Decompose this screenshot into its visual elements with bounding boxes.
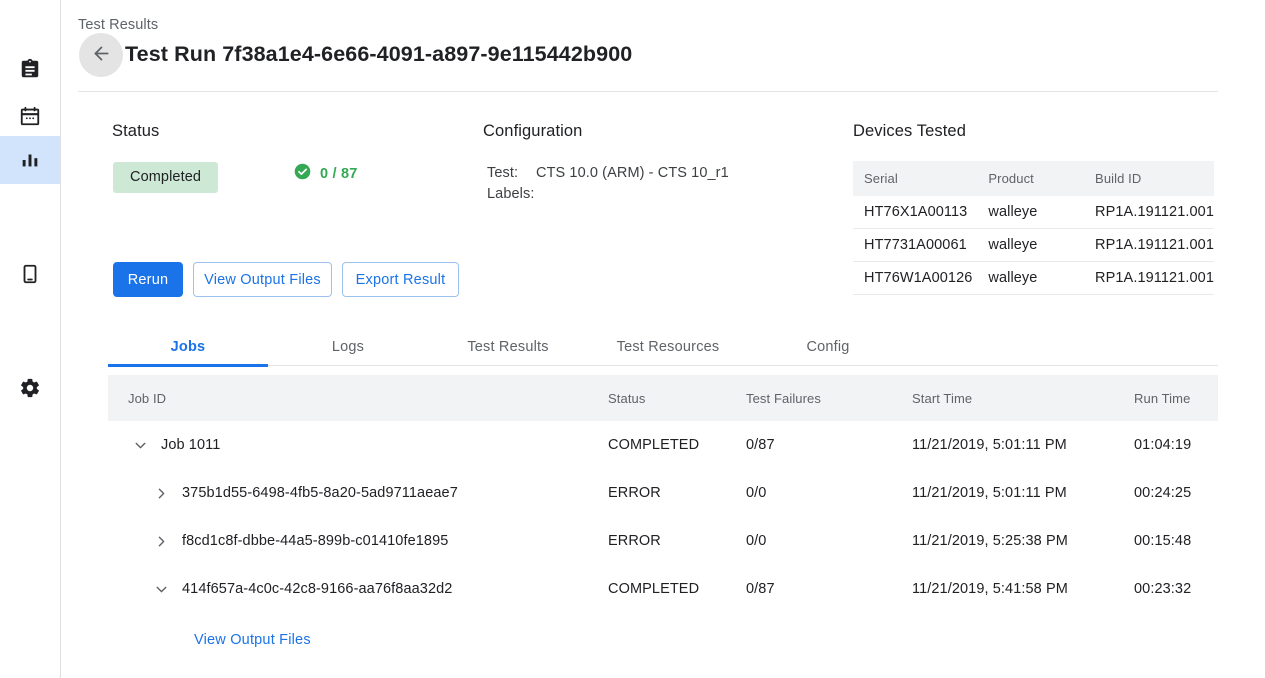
job-status: COMPLETED: [608, 421, 746, 469]
chevron-right-icon[interactable]: [149, 481, 173, 505]
device-build-id: RP1A.191121.001: [1095, 196, 1214, 229]
jobs-col-run-time: Run Time: [1134, 375, 1218, 421]
left-nav-sidebar: [0, 0, 61, 678]
jobs-table-body: Job 1011 COMPLETED 0/87 11/21/2019, 5:01…: [108, 421, 1218, 613]
table-row: HT7731A00061 walleye RP1A.191121.001: [853, 229, 1214, 262]
devices-col-build-id: Build ID: [1095, 161, 1214, 196]
chevron-down-icon[interactable]: [128, 433, 152, 457]
job-id-cell: 375b1d55-6498-4fb5-8a20-5ad9711aeae7: [128, 481, 608, 505]
tab-test-results[interactable]: Test Results: [428, 328, 588, 366]
clipboard-icon: [19, 58, 41, 80]
chevron-down-icon[interactable]: [149, 577, 173, 601]
job-id-label: 375b1d55-6498-4fb5-8a20-5ad9711aeae7: [182, 485, 458, 501]
export-result-button[interactable]: Export Result: [342, 262, 459, 297]
breadcrumb[interactable]: Test Results: [78, 17, 158, 33]
tab-test-resources[interactable]: Test Resources: [588, 328, 748, 366]
device-serial: HT76W1A00126: [853, 262, 988, 295]
sidebar-item-test-results[interactable]: [0, 136, 60, 184]
device-serial: HT7731A00061: [853, 229, 988, 262]
tab-logs[interactable]: Logs: [268, 328, 428, 366]
table-row: HT76X1A00113 walleye RP1A.191121.001: [853, 196, 1214, 229]
job-status: ERROR: [608, 469, 746, 517]
job-test-failures: 0/87: [746, 421, 912, 469]
table-row[interactable]: 375b1d55-6498-4fb5-8a20-5ad9711aeae7 ERR…: [108, 469, 1218, 517]
config-key: Labels:: [487, 184, 536, 205]
table-row[interactable]: Job 1011 COMPLETED 0/87 11/21/2019, 5:01…: [108, 421, 1218, 469]
page-header: Test Results Test Run 7f38a1e4-6e66-4091…: [61, 0, 1265, 92]
sidebar-item-devices[interactable]: [0, 250, 60, 298]
back-button[interactable]: [79, 33, 123, 77]
phone-icon: [19, 263, 41, 285]
devices-col-product: Product: [988, 161, 1095, 196]
job-run-time: 00:15:48: [1134, 517, 1218, 565]
job-start-time: 11/21/2019, 5:01:11 PM: [912, 421, 1134, 469]
job-id-label: f8cd1c8f-dbbe-44a5-899b-c01410fe1895: [182, 533, 448, 549]
configuration-list: Test: CTS 10.0 (ARM) - CTS 10_r1 Labels:: [487, 163, 729, 205]
device-build-id: RP1A.191121.001: [1095, 262, 1214, 295]
job-run-time: 01:04:19: [1134, 421, 1218, 469]
configuration-section-title: Configuration: [483, 122, 582, 141]
check-circle-icon: [294, 163, 311, 184]
devices-section-title: Devices Tested: [853, 122, 966, 141]
config-row-labels: Labels:: [487, 184, 729, 205]
job-id-label: Job 1011: [161, 437, 220, 453]
page-title: Test Run 7f38a1e4-6e66-4091-a897-9e11544…: [125, 42, 632, 67]
job-test-failures: 0/0: [746, 469, 912, 517]
calendar-icon: [19, 105, 41, 127]
table-row[interactable]: f8cd1c8f-dbbe-44a5-899b-c01410fe1895 ERR…: [108, 517, 1218, 565]
job-id-label: 414f657a-4c0c-42c8-9166-aa76f8aa32d2: [182, 581, 452, 597]
job-start-time: 11/21/2019, 5:41:58 PM: [912, 565, 1134, 613]
rerun-button[interactable]: Rerun: [113, 262, 183, 297]
gear-icon: [19, 377, 41, 399]
config-value: CTS 10.0 (ARM) - CTS 10_r1: [536, 163, 729, 184]
bar-chart-icon: [19, 149, 41, 171]
job-start-time: 11/21/2019, 5:01:11 PM: [912, 469, 1134, 517]
job-id-cell: f8cd1c8f-dbbe-44a5-899b-c01410fe1895: [128, 529, 608, 553]
jobs-table: Job ID Status Test Failures Start Time R…: [108, 375, 1218, 613]
status-section-title: Status: [112, 122, 159, 141]
job-test-failures: 0/87: [746, 565, 912, 613]
job-id-cell: Job 1011: [128, 433, 608, 457]
sidebar-item-settings[interactable]: [0, 364, 60, 412]
devices-tested-table: Serial Product Build ID HT76X1A00113 wal…: [853, 161, 1214, 295]
view-output-files-button[interactable]: View Output Files: [193, 262, 332, 297]
device-product: walleye: [988, 262, 1095, 295]
job-test-failures: 0/0: [746, 517, 912, 565]
chevron-right-icon[interactable]: [149, 529, 173, 553]
jobs-col-test-failures: Test Failures: [746, 375, 912, 421]
status-badge: Completed: [113, 162, 218, 193]
sidebar-item-assignment[interactable]: [0, 45, 60, 93]
test-run-details-page: Test Results Test Run 7f38a1e4-6e66-4091…: [0, 0, 1265, 678]
test-pass-count-label: 0 / 87: [320, 166, 357, 182]
arrow-left-icon: [91, 43, 112, 67]
jobs-col-job-id: Job ID: [108, 375, 608, 421]
tab-jobs[interactable]: Jobs: [108, 328, 268, 366]
tab-config[interactable]: Config: [748, 328, 908, 366]
job-id-cell: 414f657a-4c0c-42c8-9166-aa76f8aa32d2: [128, 577, 608, 601]
devices-table-body: HT76X1A00113 walleye RP1A.191121.001 HT7…: [853, 196, 1214, 295]
job-run-time: 00:23:32: [1134, 565, 1218, 613]
jobs-col-status: Status: [608, 375, 746, 421]
job-run-time: 00:24:25: [1134, 469, 1218, 517]
job-status: ERROR: [608, 517, 746, 565]
view-output-files-link[interactable]: View Output Files: [194, 632, 311, 648]
device-product: walleye: [988, 196, 1095, 229]
jobs-col-start-time: Start Time: [912, 375, 1134, 421]
config-key: Test:: [487, 163, 536, 184]
device-product: walleye: [988, 229, 1095, 262]
job-status: COMPLETED: [608, 565, 746, 613]
table-row[interactable]: 414f657a-4c0c-42c8-9166-aa76f8aa32d2 COM…: [108, 565, 1218, 613]
job-start-time: 11/21/2019, 5:25:38 PM: [912, 517, 1134, 565]
device-serial: HT76X1A00113: [853, 196, 988, 229]
config-row-test: Test: CTS 10.0 (ARM) - CTS 10_r1: [487, 163, 729, 184]
test-pass-count: 0 / 87: [294, 163, 357, 184]
device-build-id: RP1A.191121.001: [1095, 229, 1214, 262]
jobs-table-header: Job ID Status Test Failures Start Time R…: [108, 375, 1218, 421]
table-row: HT76W1A00126 walleye RP1A.191121.001: [853, 262, 1214, 295]
detail-tabs: Jobs Logs Test Results Test Resources Co…: [108, 328, 1218, 366]
sidebar-item-schedule[interactable]: [0, 92, 60, 140]
devices-col-serial: Serial: [853, 161, 988, 196]
devices-table-header: Serial Product Build ID: [853, 161, 1214, 196]
